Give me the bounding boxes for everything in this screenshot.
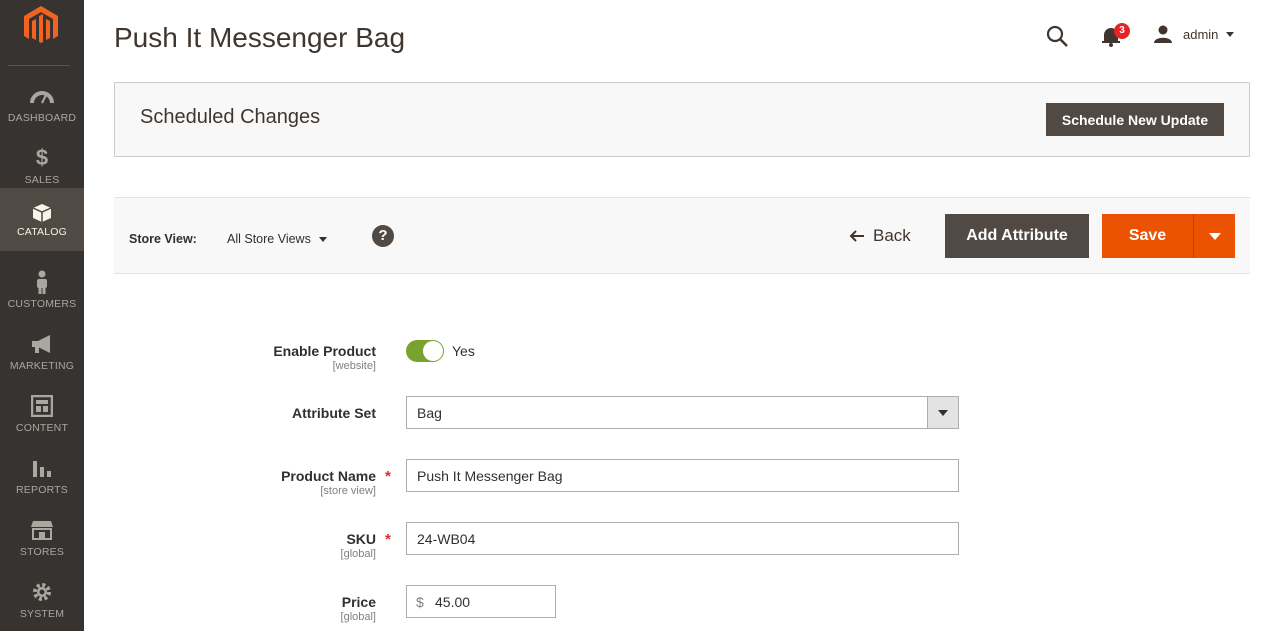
scheduled-changes-panel: Scheduled Changes Schedule New Update: [114, 82, 1250, 157]
sidebar-item-marketing[interactable]: MARKETING: [0, 322, 84, 384]
sidebar-item-system[interactable]: SYSTEM: [0, 570, 84, 632]
attribute-set-label: Attribute Set: [292, 405, 376, 421]
user-name: admin: [1183, 26, 1219, 42]
price-scope: [global]: [340, 611, 376, 623]
chevron-down-icon: [938, 410, 948, 416]
attribute-set-value: Bag: [417, 405, 442, 421]
currency-symbol: $: [416, 594, 424, 610]
sidebar-item-stores[interactable]: STORES: [0, 508, 84, 570]
admin-sidebar: DASHBOARD $ SALES CATALOG CUSTOMERS MARK…: [0, 0, 84, 631]
save-button[interactable]: Save: [1102, 214, 1193, 258]
sidebar-item-content[interactable]: CONTENT: [0, 384, 84, 446]
store-view-switcher[interactable]: All Store Views: [227, 232, 327, 246]
magento-logo-icon[interactable]: [20, 2, 62, 46]
sidebar-item-label: REPORTS: [16, 484, 68, 496]
toggle-knob: [423, 341, 443, 361]
sidebar-item-label: MARKETING: [9, 360, 75, 372]
notification-badge[interactable]: 3: [1114, 23, 1130, 39]
required-marker: *: [385, 531, 391, 548]
enable-product-scope: [website]: [332, 360, 376, 372]
page-actions-toolbar: Store View: All Store Views ? Back Add A…: [114, 197, 1250, 274]
required-marker: *: [385, 468, 391, 485]
sku-scope: [global]: [340, 548, 376, 560]
back-button[interactable]: Back: [849, 225, 911, 247]
scheduled-changes-title: Scheduled Changes: [140, 106, 321, 128]
sidebar-item-label: DASHBOARD: [7, 112, 77, 124]
sidebar-item-dashboard[interactable]: DASHBOARD: [0, 74, 84, 136]
storefront-icon: [28, 519, 56, 541]
sku-input[interactable]: [406, 522, 959, 555]
price-field: $: [406, 585, 556, 618]
user-menu[interactable]: admin: [1153, 22, 1235, 46]
save-options-dropdown[interactable]: [1193, 214, 1235, 258]
chevron-down-icon: [1209, 233, 1221, 240]
megaphone-icon: [28, 333, 56, 355]
store-view-label: Store View:: [129, 232, 197, 246]
sidebar-item-label: CONTENT: [15, 422, 69, 434]
sidebar-item-label: CATALOG: [16, 226, 68, 238]
attribute-set-select[interactable]: Bag: [406, 396, 959, 429]
store-view-value: All Store Views: [227, 232, 311, 246]
sidebar-item-catalog[interactable]: CATALOG: [0, 188, 84, 251]
user-icon: [1154, 25, 1172, 43]
select-arrow: [927, 397, 958, 428]
sidebar-item-label: SALES: [24, 174, 60, 186]
back-button-label: Back: [873, 226, 911, 245]
chevron-down-icon: [1226, 31, 1235, 37]
sidebar-item-label: CUSTOMERS: [7, 298, 77, 310]
sidebar-item-label: SYSTEM: [19, 608, 65, 620]
gear-icon: [28, 581, 56, 603]
person-icon: [28, 270, 56, 294]
schedule-new-update-button[interactable]: Schedule New Update: [1046, 103, 1224, 136]
sidebar-divider: [8, 65, 70, 66]
product-name-scope: [store view]: [320, 485, 376, 497]
sidebar-item-label: STORES: [19, 546, 65, 558]
arrow-left-icon: [849, 230, 864, 242]
sidebar-item-reports[interactable]: REPORTS: [0, 446, 84, 508]
enable-product-value: Yes: [452, 343, 475, 359]
add-attribute-button[interactable]: Add Attribute: [945, 214, 1089, 258]
dashboard-icon: [28, 85, 56, 107]
price-input[interactable]: [433, 586, 553, 617]
dollar-icon: $: [35, 145, 49, 170]
bar-chart-icon: [28, 457, 56, 479]
enable-product-label: Enable Product: [273, 343, 376, 359]
enable-product-toggle[interactable]: [406, 340, 444, 362]
price-label: Price: [341, 594, 376, 610]
search-icon[interactable]: [1045, 24, 1069, 48]
help-icon[interactable]: ?: [372, 225, 394, 247]
box-icon: [28, 202, 56, 224]
page-title: Push It Messenger Bag: [114, 22, 406, 53]
product-name-label: Product Name: [281, 468, 376, 484]
chevron-down-icon: [318, 236, 327, 242]
content-icon: [28, 395, 56, 417]
sidebar-item-customers[interactable]: CUSTOMERS: [0, 260, 84, 322]
sku-label: SKU: [346, 531, 376, 547]
product-name-input[interactable]: [406, 459, 959, 492]
